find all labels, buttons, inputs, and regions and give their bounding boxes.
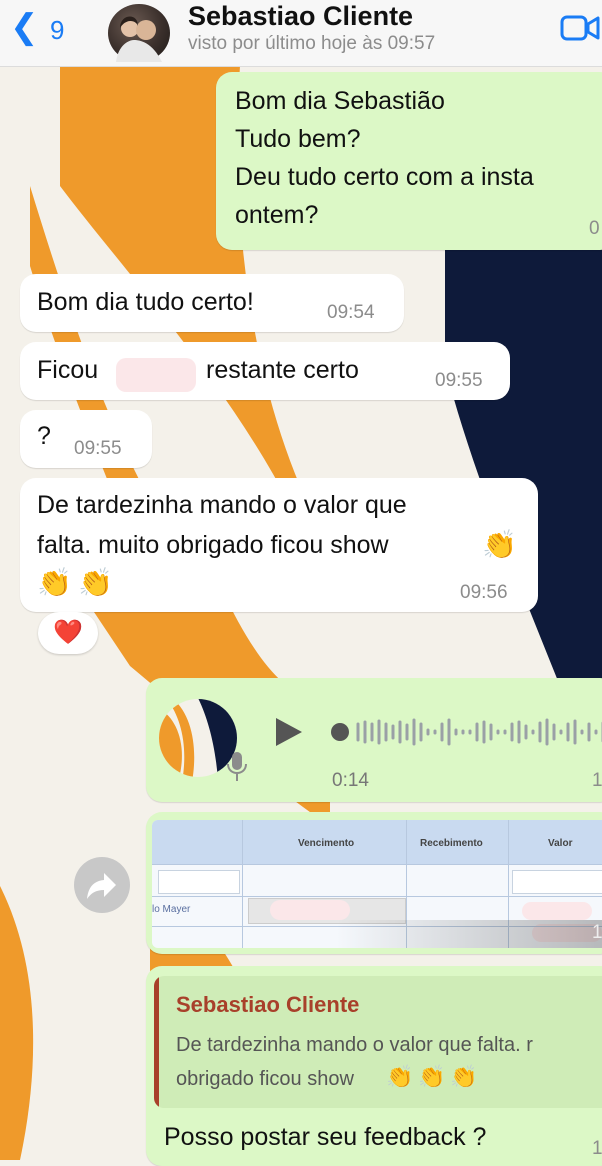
spreadsheet-image[interactable]: Vencimento Recebimento Valor lo Mayer ✎ [152, 820, 602, 948]
message-line: ontem? [235, 201, 319, 229]
image-message-bubble[interactable]: Vencimento Recebimento Valor lo Mayer ✎ … [146, 812, 602, 954]
redacted-text [270, 900, 350, 920]
clap-emoji: 👏 [386, 1064, 414, 1089]
forward-arrow-icon [87, 873, 116, 899]
contact-avatar[interactable] [108, 4, 170, 62]
voice-duration: 0:14 [332, 770, 369, 791]
redacted-text [116, 358, 196, 392]
message-bubble-incoming[interactable]: De tardezinha mando o valor que falta. m… [20, 478, 538, 612]
voice-message-bubble[interactable]: 0:14 1 [146, 678, 602, 802]
clap-emoji: 👏 [482, 529, 517, 560]
clap-emoji: 👏 [37, 567, 72, 598]
microphone-icon [227, 752, 247, 781]
video-call-icon[interactable] [560, 10, 600, 46]
message-time: 1 [592, 770, 602, 791]
forward-button[interactable] [74, 857, 130, 913]
message-text: Posso postar seu feedback ? [164, 1123, 487, 1151]
audio-waveform[interactable] [328, 712, 602, 752]
quoted-author: Sebastiao Cliente [176, 992, 360, 1017]
contact-name[interactable]: Sebastiao Cliente [188, 1, 413, 32]
clap-emoji: 👏 [78, 567, 113, 598]
message-time: 09:56 [460, 582, 508, 603]
last-seen-status: visto por último hoje às 09:57 [188, 33, 436, 54]
message-bubble-incoming[interactable]: Ficou restante certo 09:55 [20, 342, 510, 400]
message-text: restante certo [206, 356, 359, 384]
clap-emoji: 👏 [418, 1064, 446, 1089]
message-time: 1 [592, 1138, 602, 1159]
message-time: 1 [592, 922, 602, 943]
message-line: Tudo bem? [235, 125, 361, 153]
message-time: 0 [589, 218, 600, 239]
message-bubble-incoming[interactable]: ? 09:55 [20, 410, 152, 468]
redacted-text [522, 902, 592, 920]
play-icon[interactable] [274, 716, 304, 748]
unread-count[interactable]: 9 [50, 15, 64, 46]
chat-header: ❮ 9 Sebastiao Cliente visto por último h… [0, 0, 602, 67]
sheet-row-label: lo Mayer [152, 904, 191, 915]
back-chevron-icon[interactable]: ❮ [10, 10, 39, 44]
message-line: Bom dia Sebastião [235, 87, 445, 115]
reply-message-bubble[interactable]: Sebastiao Cliente De tardezinha mando o … [146, 966, 602, 1166]
message-line: Deu tudo certo com a insta [235, 163, 534, 191]
quoted-message[interactable]: Sebastiao Cliente De tardezinha mando o … [154, 976, 602, 1108]
message-time: 09:55 [435, 370, 483, 391]
message-text: Ficou [37, 356, 99, 384]
heart-reaction[interactable]: ❤️ [38, 612, 98, 654]
message-text: De tardezinha mando o valor que [37, 491, 407, 519]
sheet-col-header: Vencimento [298, 838, 355, 849]
clap-emoji: 👏 [450, 1064, 478, 1089]
sheet-col-header: Valor [548, 838, 573, 849]
message-text: falta. muito obrigado ficou show [37, 531, 389, 559]
message-text: ? [37, 422, 51, 450]
message-bubble-outgoing[interactable]: Bom dia Sebastião Tudo bem? Deu tudo cer… [216, 72, 602, 250]
sheet-col-header: Recebimento [420, 838, 483, 849]
quoted-text: De tardezinha mando o valor que falta. r [176, 1034, 533, 1056]
message-text: Bom dia tudo certo! [37, 288, 254, 316]
message-bubble-incoming[interactable]: Bom dia tudo certo! 09:54 [20, 274, 404, 332]
message-time: 09:55 [74, 438, 122, 459]
message-time: 09:54 [327, 302, 375, 323]
quoted-text: obrigado ficou show [176, 1068, 354, 1090]
heart-icon: ❤️ [53, 619, 83, 646]
